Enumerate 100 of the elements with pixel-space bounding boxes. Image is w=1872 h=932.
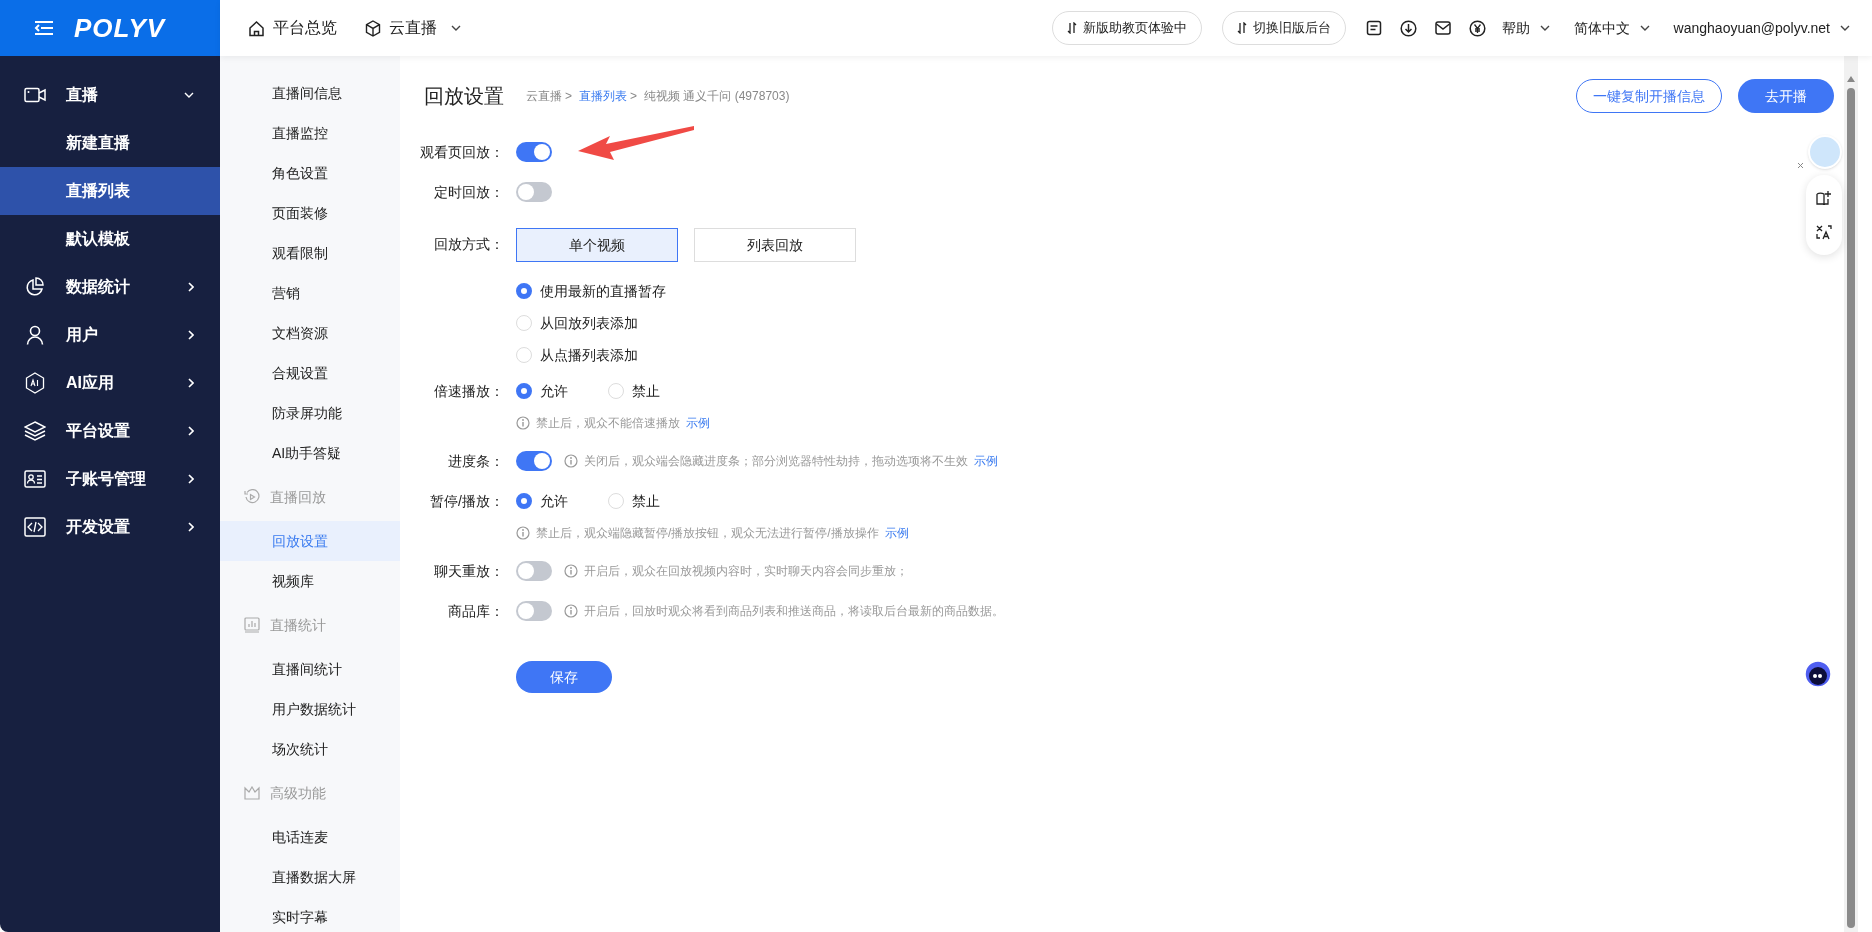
toggle-switch[interactable] (516, 561, 552, 581)
chevron-right-icon[interactable] (188, 330, 194, 340)
example-link[interactable]: 示例 (884, 524, 909, 542)
sidebar-item[interactable]: AI应用 (0, 359, 220, 407)
translate-icon[interactable] (1816, 223, 1832, 240)
breadcrumb-separator: > (630, 88, 638, 105)
radio-option[interactable]: 从点播列表添加 (516, 344, 638, 366)
home-icon (248, 19, 265, 37)
sidebar-subitem[interactable]: 默认模板 (0, 215, 220, 263)
yen-icon[interactable] (1468, 19, 1486, 37)
info-icon (564, 604, 578, 618)
sidebar-item[interactable]: 平台设置 (0, 407, 220, 455)
toggle-switch[interactable] (516, 601, 552, 621)
code-icon (24, 517, 46, 537)
submenu-item[interactable]: 防录屏功能 (220, 393, 400, 433)
submenu-item[interactable]: 直播数据大屏 (220, 857, 400, 897)
radio-option[interactable]: 禁止 (608, 490, 660, 512)
submenu-item[interactable]: 直播间信息 (220, 73, 400, 113)
hexagon-icon (25, 372, 45, 394)
download-icon[interactable] (1399, 19, 1417, 37)
radio-icon[interactable] (516, 493, 532, 509)
sidebar-item[interactable]: 数据统计 (0, 263, 220, 311)
logo: POLYV (74, 11, 166, 45)
segment-option[interactable]: 列表回放 (694, 228, 856, 262)
info-icon (564, 564, 578, 578)
sidebar-item[interactable]: 用户 (0, 311, 220, 359)
hint-text: 开启后，观众在回放视频内容时，实时聊天内容会同步重放； (584, 563, 908, 580)
submenu-item[interactable]: 回放设置 (220, 521, 400, 561)
example-link[interactable]: 示例 (974, 452, 998, 470)
sidebar-subitem[interactable]: 新建直播 (0, 119, 220, 167)
hint-text: 禁止后，观众不能倍速播放 (536, 415, 680, 432)
group-heading: 直播统计 (270, 615, 326, 635)
breadcrumb-item: 纯视频 通义千问 (4978703) (644, 88, 790, 105)
toggle-switch[interactable] (516, 182, 552, 202)
field-label: 回放方式： (434, 235, 504, 254)
hint-text: 禁止后，观众端隐藏暂停/播放按钮，观众无法进行暂停/播放操作 (536, 525, 879, 542)
field-label: 定时回放： (434, 183, 504, 202)
radio-icon[interactable] (516, 383, 532, 399)
segment-option[interactable]: 单个视频 (516, 228, 678, 262)
document-icon[interactable] (1365, 20, 1382, 36)
submenu-item[interactable]: 场次统计 (220, 729, 400, 769)
sidebar-item[interactable]: 开发设置 (0, 503, 220, 551)
chevron-right-icon[interactable] (188, 522, 194, 532)
sidebar-item[interactable]: 子账号管理 (0, 455, 220, 503)
toggle-switch[interactable] (516, 142, 552, 162)
toggle-switch[interactable] (516, 451, 552, 471)
swap-icon (1066, 22, 1077, 34)
radio-option[interactable]: 允许 (516, 490, 568, 512)
nav-link[interactable]: 平台总览 (248, 16, 337, 40)
chevron-right-icon[interactable] (188, 378, 194, 388)
book-icon[interactable] (1816, 190, 1832, 205)
submenu-item[interactable]: 角色设置 (220, 153, 400, 193)
user-icon (26, 325, 44, 345)
mail-icon[interactable] (1434, 21, 1451, 35)
submenu-item[interactable]: 直播间统计 (220, 649, 400, 689)
radio-option[interactable]: 从回放列表添加 (516, 312, 638, 334)
robot-icon[interactable] (1804, 660, 1832, 688)
start-live-button[interactable]: 去开播 (1738, 79, 1834, 113)
sidebar-subitem[interactable]: 直播列表 (0, 167, 220, 215)
submenu-item[interactable]: 合规设置 (220, 353, 400, 393)
submenu-item[interactable]: 营销 (220, 273, 400, 313)
sidebar-item[interactable]: 直播 (0, 71, 220, 119)
menu-icon[interactable] (34, 20, 54, 36)
group-heading: 高级功能 (270, 783, 326, 803)
chevron-right-icon[interactable] (188, 282, 194, 292)
submenu-item[interactable]: 文档资源 (220, 313, 400, 353)
submenu-item[interactable]: 直播监控 (220, 113, 400, 153)
chevron-down-icon[interactable] (1840, 25, 1850, 31)
submenu-item[interactable]: 实时字幕 (220, 897, 400, 932)
dropdown-menu[interactable]: 简体中文 (1573, 17, 1650, 39)
radio-option[interactable]: 允许 (516, 380, 568, 402)
submenu-item[interactable]: 页面装修 (220, 193, 400, 233)
breadcrumb-separator: > (565, 88, 572, 105)
breadcrumb-link[interactable]: 直播列表 (579, 87, 627, 105)
radio-option[interactable]: 使用最新的直播暂存 (516, 280, 666, 302)
chevron-down-icon[interactable] (1539, 25, 1550, 31)
radio-option[interactable]: 禁止 (608, 380, 660, 402)
save-button[interactable]: 保存 (516, 661, 612, 693)
submenu-item[interactable]: 电话连麦 (220, 817, 400, 857)
scroll-up-icon[interactable] (1847, 76, 1855, 82)
scrollbar-thumb[interactable] (1847, 88, 1855, 928)
submenu-item[interactable]: 用户数据统计 (220, 689, 400, 729)
field-label: 聊天重放： (434, 562, 504, 581)
dropdown-menu[interactable]: 帮助 (1501, 17, 1550, 39)
info-icon (516, 526, 530, 540)
cube-icon (365, 19, 381, 37)
dropdown-menu[interactable]: wanghaoyuan@polyv.net (1673, 17, 1850, 39)
chevron-down-icon[interactable] (451, 25, 461, 31)
chevron-down-icon[interactable] (1639, 25, 1650, 31)
nav-link[interactable]: 云直播 (365, 16, 461, 40)
chevron-right-icon[interactable] (188, 474, 194, 484)
example-link[interactable]: 示例 (686, 414, 710, 432)
chevron-right-icon[interactable] (188, 426, 194, 436)
copy-info-button[interactable]: 一键复制开播信息 (1576, 79, 1722, 113)
submenu-item[interactable]: 观看限制 (220, 233, 400, 273)
submenu-item[interactable]: AI助手答疑 (220, 433, 400, 473)
submenu-item[interactable]: 视频库 (220, 561, 400, 601)
radio-icon[interactable] (516, 283, 532, 299)
field-label: 暂停/播放： (430, 492, 504, 511)
breadcrumb-item: 云直播 (526, 88, 562, 105)
